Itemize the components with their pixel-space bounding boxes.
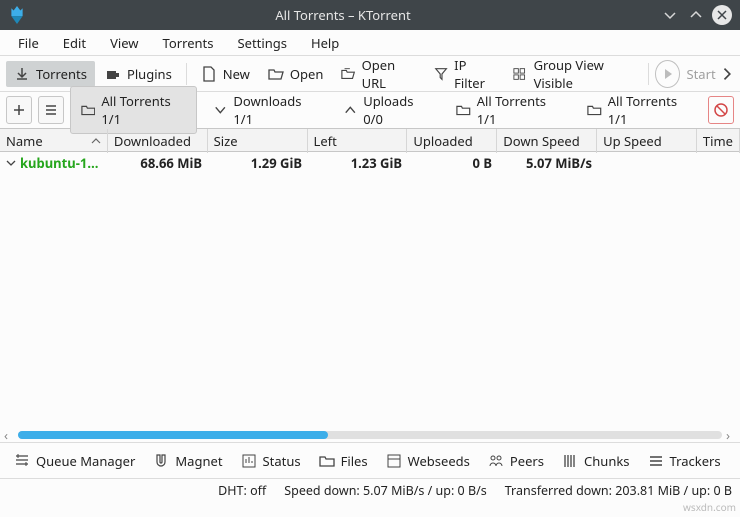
queue-icon	[14, 453, 30, 469]
scroll-left-icon[interactable]: ‹	[4, 426, 14, 444]
folder-url-icon	[341, 66, 355, 82]
scroll-thumb[interactable]	[18, 431, 328, 439]
download-icon	[14, 66, 30, 82]
status-bar: DHT: off Speed down: 5.07 MiB/s / up: 0 …	[0, 478, 740, 502]
table-row[interactable]: kubuntu-1… 68.66 MiB 1.29 GiB 1.23 GiB 0…	[0, 152, 740, 174]
cell-uploaded: 0 B	[408, 152, 498, 174]
status-icon	[241, 453, 257, 469]
tab-all-torrents[interactable]: All Torrents 1/1	[70, 86, 197, 134]
webseeds-icon	[386, 453, 402, 469]
tab-downloads[interactable]: Downloads 1/1	[203, 87, 327, 133]
toolbar-start[interactable]	[655, 60, 680, 88]
watermark: wsxdn.com	[683, 500, 736, 514]
col-uploaded[interactable]: Uploaded	[407, 129, 497, 153]
filter-icon	[434, 66, 448, 82]
window-title: All Torrents – KTorrent	[32, 6, 654, 24]
toolbar-plugins-label: Plugins	[127, 65, 172, 83]
horizontal-scrollbar[interactable]: ‹ ›	[0, 428, 740, 442]
col-name[interactable]: Name	[0, 129, 108, 153]
menu-settings[interactable]: Settings	[225, 30, 298, 56]
scroll-track[interactable]	[18, 431, 722, 439]
chevron-down-icon	[213, 102, 228, 118]
toolbar-torrents-label: Torrents	[36, 65, 87, 83]
bottom-files[interactable]: Files	[311, 448, 376, 474]
tab-all-label: All Torrents 1/1	[101, 92, 185, 128]
folder-icon	[587, 102, 602, 118]
close-button[interactable]	[712, 5, 732, 25]
toolbar-new[interactable]: New	[193, 61, 258, 87]
folder-open-icon	[268, 66, 284, 82]
table-header: Name Downloaded Size Left Uploaded Down …	[0, 128, 740, 152]
new-file-icon	[201, 66, 217, 82]
tab-downloads-label: Downloads 1/1	[233, 92, 316, 128]
bottom-peers[interactable]: Peers	[480, 448, 552, 474]
separator	[186, 63, 187, 85]
magnet-icon	[153, 453, 169, 469]
separator	[648, 63, 649, 85]
menu-file[interactable]: File	[6, 30, 51, 56]
chevron-right-icon[interactable]	[720, 66, 734, 82]
sort-indicator-icon	[91, 138, 101, 144]
app-icon	[8, 6, 26, 24]
chevron-up-icon	[343, 102, 358, 118]
status-speed: Speed down: 5.07 MiB/s / up: 0 B/s	[284, 482, 486, 499]
list-button[interactable]	[38, 96, 64, 124]
plugin-icon	[105, 66, 121, 82]
menu-view[interactable]: View	[98, 30, 150, 56]
tab-uploads[interactable]: Uploads 0/0	[333, 87, 440, 133]
cell-size: 1.29 GiB	[208, 152, 308, 174]
toolbar-torrents[interactable]: Torrents	[6, 61, 95, 87]
tab-all-torrents-2[interactable]: All Torrents 1/1	[446, 87, 571, 133]
toolbar-plugins[interactable]: Plugins	[97, 61, 180, 87]
cell-downloaded: 68.66 MiB	[108, 152, 208, 174]
stop-button[interactable]	[708, 96, 734, 124]
toolbar-open-label: Open	[290, 65, 324, 83]
tab-all2-label: All Torrents 1/1	[477, 92, 561, 128]
col-time[interactable]: Time	[697, 129, 740, 153]
minimize-button[interactable]	[660, 5, 680, 25]
status-dht: DHT: off	[218, 482, 266, 499]
chunks-icon	[562, 453, 578, 469]
bottom-status[interactable]: Status	[233, 448, 309, 474]
col-left[interactable]: Left	[308, 129, 408, 153]
col-up-speed[interactable]: Up Speed	[597, 129, 697, 153]
folder-icon	[319, 453, 335, 469]
cell-up-speed	[598, 152, 698, 174]
group-view-icon	[513, 66, 527, 82]
titlebar: All Torrents – KTorrent	[0, 0, 740, 30]
add-tab-button[interactable]	[6, 96, 32, 124]
tabs-bar: All Torrents 1/1 Downloads 1/1 Uploads 0…	[0, 92, 740, 128]
bottom-queue[interactable]: Queue Manager	[6, 448, 143, 474]
bottom-toolbar: Queue Manager Magnet Status Files Websee…	[0, 442, 740, 478]
cell-down-speed: 5.07 MiB/s	[498, 152, 598, 174]
toolbar-new-label: New	[223, 65, 250, 83]
trackers-icon	[648, 453, 664, 469]
peers-icon	[488, 453, 504, 469]
status-transferred: Transferred down: 203.81 MiB / up: 0 B	[505, 482, 732, 499]
table-body: kubuntu-1… 68.66 MiB 1.29 GiB 1.23 GiB 0…	[0, 152, 740, 428]
toolbar-open[interactable]: Open	[260, 61, 332, 87]
bottom-trackers[interactable]: Trackers	[640, 448, 729, 474]
menu-edit[interactable]: Edit	[51, 30, 98, 56]
bottom-magnet[interactable]: Magnet	[145, 448, 230, 474]
bottom-chunks[interactable]: Chunks	[554, 448, 638, 474]
play-icon	[660, 66, 676, 82]
tab-all-torrents-3[interactable]: All Torrents 1/1	[577, 87, 702, 133]
col-down-speed[interactable]: Down Speed	[497, 129, 597, 153]
tab-uploads-label: Uploads 0/0	[363, 92, 430, 128]
expand-icon[interactable]	[6, 158, 16, 168]
col-size[interactable]: Size	[208, 129, 308, 153]
toolbar-start-label: Start	[686, 65, 715, 83]
cell-name: kubuntu-1…	[0, 152, 108, 174]
folder-icon	[456, 102, 471, 118]
col-downloaded[interactable]: Downloaded	[108, 129, 208, 153]
tab-all3-label: All Torrents 1/1	[608, 92, 692, 128]
menu-torrents[interactable]: Torrents	[151, 30, 226, 56]
scroll-right-icon[interactable]: ›	[726, 426, 736, 444]
folder-icon	[81, 102, 96, 118]
maximize-button[interactable]	[686, 5, 706, 25]
cell-left: 1.23 GiB	[308, 152, 408, 174]
bottom-webseeds[interactable]: Webseeds	[378, 448, 478, 474]
